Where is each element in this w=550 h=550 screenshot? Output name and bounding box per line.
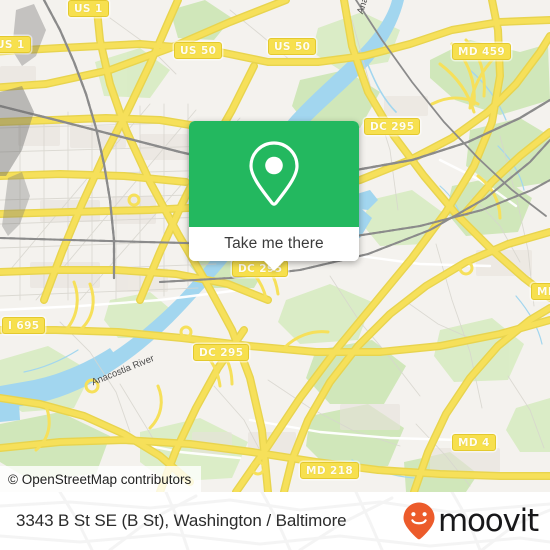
screenshot-root: .rd { fill:none; stroke:#f6e05a; stroke-…: [0, 0, 550, 550]
moovit-logo[interactable]: moovit: [402, 492, 539, 550]
map-pin-icon: [249, 141, 299, 206]
location-popup[interactable]: Take me there: [189, 121, 359, 271]
road-shield-md-218: MD 218: [300, 462, 360, 479]
map-canvas[interactable]: .rd { fill:none; stroke:#f6e05a; stroke-…: [0, 0, 550, 492]
popup-body: Take me there: [189, 121, 359, 261]
moovit-pin-icon: [403, 502, 435, 540]
road-shield-dc-295: DC 295: [193, 344, 250, 361]
road-shield-i-695: I 695: [2, 317, 46, 334]
map-attribution[interactable]: © OpenStreetMap contributors: [0, 466, 202, 492]
road-shield-us-50: US 50: [268, 38, 317, 55]
road-shield-md-459: MD 459: [452, 43, 512, 60]
road-shield-us-50: US 50: [174, 42, 223, 59]
popup-tail: [263, 260, 285, 271]
location-address: 3343 B St SE (B St), Washington / Baltim…: [16, 511, 347, 530]
footer-bar: 3343 B St SE (B St), Washington / Baltim…: [0, 492, 550, 550]
road-shield-md-4: MD 4: [452, 434, 496, 451]
popup-header: [189, 121, 359, 227]
road-shield-md: MD: [531, 283, 550, 300]
moovit-wordmark: moovit: [437, 502, 539, 539]
road-shield-us-1: US 1: [0, 36, 31, 53]
take-me-there-button[interactable]: Take me there: [189, 227, 359, 261]
road-shield-us-1: US 1: [68, 0, 109, 17]
road-shield-dc-295: DC 295: [364, 118, 421, 135]
